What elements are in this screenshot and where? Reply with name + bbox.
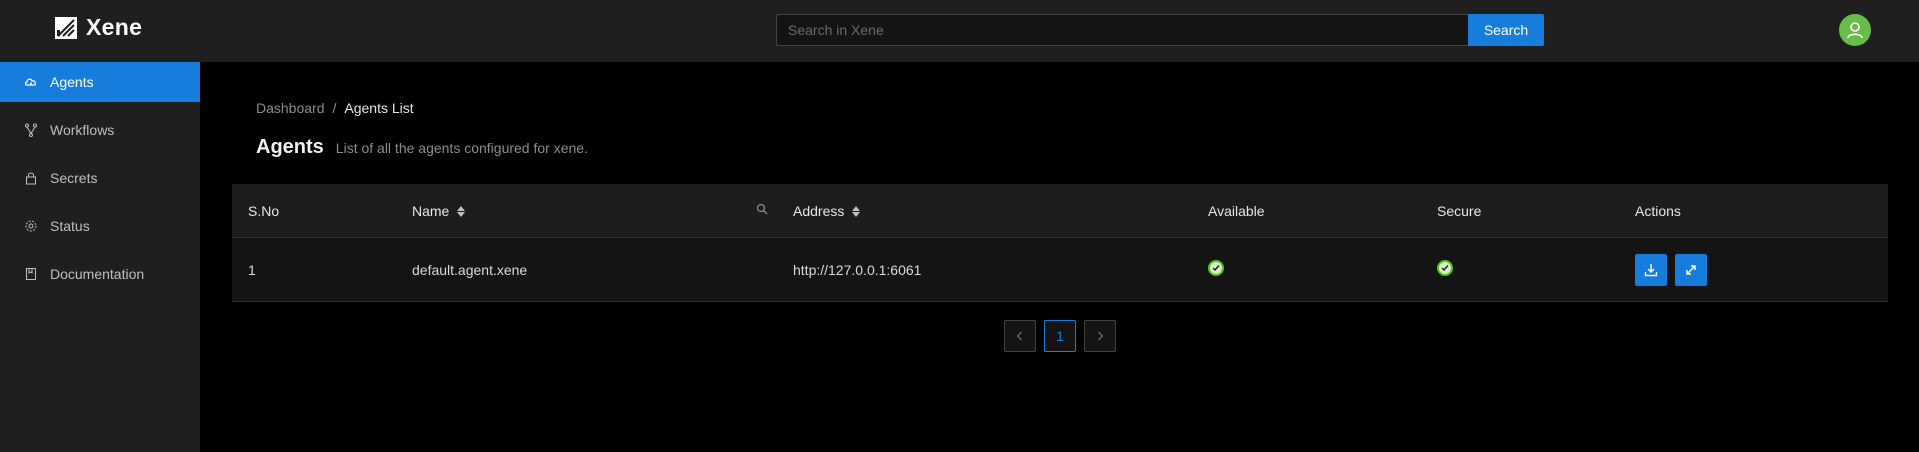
cloud-icon [24, 75, 38, 89]
sidebar-item-agents[interactable]: Agents [0, 62, 200, 102]
breadcrumb-dashboard[interactable]: Dashboard [256, 100, 325, 116]
column-address[interactable]: Address [793, 203, 861, 219]
secure-check-icon [1437, 260, 1453, 276]
fork-icon [24, 123, 38, 137]
download-icon [1644, 264, 1658, 277]
column-secure: Secure [1437, 203, 1481, 219]
column-label: S.No [248, 203, 280, 219]
search-button[interactable]: Search [1468, 14, 1544, 46]
sidebar-item-label: Status [50, 218, 90, 234]
sort-icon[interactable] [852, 205, 861, 217]
expand-icon [1686, 265, 1696, 275]
column-label: Address [793, 203, 845, 219]
search-input[interactable] [776, 14, 1468, 46]
logo-icon [55, 16, 77, 39]
user-avatar[interactable] [1839, 14, 1871, 46]
cell-name: default.agent.xene [412, 262, 528, 278]
sidebar-item-secrets[interactable]: Secrets [0, 158, 200, 198]
gear-icon [24, 219, 38, 233]
sidebar-item-workflows[interactable]: Workflows [0, 110, 200, 150]
breadcrumb-current: Agents List [344, 100, 414, 116]
table-header: S.No Name Address Available Secure Actio… [232, 184, 1888, 238]
name-filter-search-icon[interactable] [756, 203, 768, 215]
sidebar-item-label: Agents [50, 74, 94, 90]
column-label: Name [412, 203, 450, 219]
next-page-button[interactable] [1084, 320, 1116, 352]
top-header: Xene Search [0, 0, 1919, 62]
sidebar: Agents Workflows Secrets Status Document… [0, 62, 200, 452]
download-button[interactable] [1635, 254, 1667, 286]
column-actions: Actions [1635, 203, 1681, 219]
sidebar-item-label: Documentation [50, 266, 145, 282]
user-icon [1847, 22, 1863, 39]
column-sno: S.No [248, 203, 279, 219]
page-subtitle: List of all the agents configured for xe… [335, 140, 588, 156]
page-number-button[interactable]: 1 [1044, 320, 1076, 352]
available-check-icon [1208, 260, 1224, 276]
cell-sno: 1 [248, 262, 256, 278]
sidebar-item-label: Secrets [50, 170, 98, 186]
sidebar-item-status[interactable]: Status [0, 206, 200, 246]
column-available: Available [1208, 203, 1265, 219]
page-title: Agents [256, 136, 324, 158]
lock-icon [24, 171, 38, 185]
table-row: 1 default.agent.xene http://127.0.0.1:60… [232, 238, 1888, 302]
chevron-left-icon [1016, 331, 1022, 341]
page-header: Agents List of all the agents configured… [256, 136, 588, 159]
breadcrumb: Dashboard / Agents List [256, 100, 414, 116]
pagination: 1 [1004, 320, 1116, 352]
prev-page-button[interactable] [1004, 320, 1036, 352]
expand-button[interactable] [1675, 254, 1707, 286]
sidebar-item-label: Workflows [50, 122, 115, 138]
agents-table: S.No Name Address Available Secure Actio… [232, 184, 1888, 302]
column-label: Secure [1437, 203, 1482, 219]
app-logo[interactable]: Xene [54, 14, 142, 41]
cell-address: http://127.0.0.1:6061 [793, 262, 922, 278]
book-icon [24, 267, 38, 281]
chevron-right-icon [1098, 331, 1104, 341]
column-label: Available [1208, 203, 1265, 219]
sidebar-item-documentation[interactable]: Documentation [0, 254, 200, 294]
app-name: Xene [86, 14, 143, 40]
sort-icon[interactable] [457, 205, 466, 217]
column-name[interactable]: Name [412, 203, 466, 219]
breadcrumb-separator: / [332, 100, 337, 116]
column-label: Actions [1635, 203, 1681, 219]
search-bar: Search [776, 14, 1544, 46]
